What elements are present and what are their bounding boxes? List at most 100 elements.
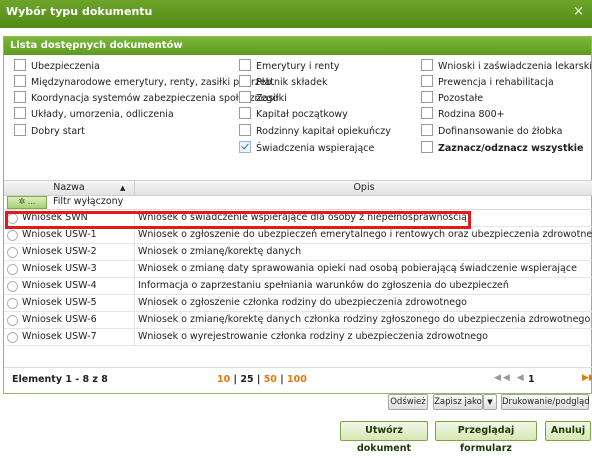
checkbox-wnioski-lekarskie[interactable]: Wnioski i zaświadczenia lekarskie — [421, 59, 592, 75]
checkbox-icon[interactable] — [14, 91, 26, 103]
cancel-button[interactable]: Anuluj — [545, 421, 591, 441]
column-divider — [134, 278, 135, 294]
page-size-10[interactable]: 10 — [217, 374, 230, 385]
checkbox-label: Rodzinny kapitał opiekuńczy — [256, 126, 391, 137]
elements-count: Elementy 1 - 8 z 8 — [12, 374, 108, 385]
checkbox-label: Kapitał początkowy — [256, 109, 348, 120]
row-radio[interactable] — [7, 332, 18, 343]
checkbox-icon[interactable] — [421, 124, 433, 136]
checkbox-icon[interactable] — [421, 107, 433, 119]
checkbox-icon[interactable] — [14, 124, 26, 136]
category-checkboxes: Ubezpieczenia Międzynarodowe emerytury, … — [4, 55, 592, 180]
cell-nazwa: Wniosek USW-1 — [22, 229, 97, 240]
checkbox-swiadczenia[interactable]: Świadczenia wspierające — [239, 141, 374, 157]
page-size-50[interactable]: 50 — [264, 374, 277, 385]
column-divider — [134, 295, 135, 311]
checkbox-emerytury[interactable]: Emerytury i renty — [239, 59, 340, 75]
table-row[interactable]: Wniosek USW-4 Informacja o zaprzestaniu s… — [4, 278, 592, 295]
column-divider — [134, 261, 135, 277]
row-radio[interactable] — [7, 230, 18, 241]
cell-nazwa: Wniosek USW-7 — [22, 331, 97, 342]
table-row[interactable]: Wniosek USW-7 Wniosek o wyrejestrowanie c… — [4, 329, 592, 346]
cell-nazwa: Wniosek USW-4 — [22, 280, 97, 291]
column-divider — [134, 210, 135, 226]
first-prev-icon[interactable]: ◀◀ ◀ — [494, 373, 526, 383]
cell-opis: Wniosek o wyrejestrowanie członka rodzin… — [138, 331, 488, 342]
filter-row: ✲ ... Filtr wyłączony — [4, 195, 592, 210]
checkbox-icon[interactable] — [239, 59, 251, 71]
page-size-25[interactable]: 25 — [240, 374, 253, 385]
row-radio[interactable] — [7, 264, 18, 275]
checkbox-dobry-start[interactable]: Dobry start — [14, 124, 85, 140]
checkbox-icon[interactable] — [239, 75, 251, 87]
checkbox-label: Płatnik składek — [256, 77, 328, 88]
filter-button[interactable]: ✲ ... — [7, 196, 47, 209]
checkbox-icon[interactable] — [14, 107, 26, 119]
column-header-opis[interactable]: Opis — [135, 181, 592, 195]
column-header-nazwa[interactable]: Nazwa ▲ — [4, 181, 135, 195]
cell-opis: Wniosek o zmianę/korektę danych — [138, 246, 302, 257]
checkbox-kapital[interactable]: Kapitał początkowy — [239, 107, 348, 123]
checkbox-label: Wnioski i zaświadczenia lekarskie — [438, 61, 592, 72]
cell-opis: Wniosek o zgłoszenie do ubezpieczeń emer… — [138, 229, 592, 240]
checkbox-checked-icon[interactable] — [239, 141, 251, 153]
refresh-button[interactable]: Odśwież — [388, 394, 428, 410]
documents-panel: Lista dostępnych dokumentów Ubezpieczeni… — [3, 36, 592, 410]
row-radio[interactable] — [7, 315, 18, 326]
checkbox-icon[interactable] — [421, 141, 433, 153]
checkbox-icon[interactable] — [421, 91, 433, 103]
checkbox-icon[interactable] — [421, 75, 433, 87]
checkbox-zasilki[interactable]: Zasiłki — [239, 91, 287, 107]
cell-nazwa: Wniosek USW-5 — [22, 297, 97, 308]
filter-icon: ✲ — [18, 197, 26, 206]
row-radio[interactable] — [7, 213, 18, 224]
window-titlebar: Wybór typu dokumentu × — [0, 0, 592, 28]
page-size-100[interactable]: 100 — [287, 374, 307, 385]
column-divider — [134, 329, 135, 345]
checkbox-platnik[interactable]: Płatnik składek — [239, 75, 328, 91]
grid-toolbar: Odśwież Zapisz jako ▼ Drukowanie/podgląd — [4, 392, 592, 414]
checkbox-label: Ubezpieczenia — [31, 61, 100, 72]
table-row[interactable]: Wniosek USW-5 Wniosek o zgłoszenie członk… — [4, 295, 592, 312]
checkbox-ubezpieczenia[interactable]: Ubezpieczenia — [14, 59, 100, 75]
browse-form-button[interactable]: Przeglądaj formularz — [435, 421, 537, 454]
save-as-button[interactable]: Zapisz jako — [433, 394, 483, 410]
row-radio[interactable] — [7, 281, 18, 292]
chevron-down-icon[interactable]: ▼ — [483, 394, 497, 410]
checkbox-miedzynarodowe[interactable]: Międzynarodowe emerytury, renty, zasiłki… — [14, 75, 275, 91]
column-header-label: Nazwa — [53, 182, 85, 193]
checkbox-icon[interactable] — [239, 107, 251, 119]
checkbox-icon[interactable] — [239, 91, 251, 103]
checkbox-rodzinny-kapital[interactable]: Rodzinny kapitał opiekuńczy — [239, 124, 391, 140]
row-radio[interactable] — [7, 298, 18, 309]
row-radio[interactable] — [7, 247, 18, 258]
checkbox-label: Zaznacz/odznacz wszystkie — [438, 143, 584, 154]
checkbox-pozostale[interactable]: Pozostałe — [421, 91, 483, 107]
last-page-icon[interactable]: ▶▶ — [582, 373, 592, 383]
column-divider — [134, 227, 135, 243]
close-icon[interactable]: × — [573, 0, 584, 24]
column-header-label: Opis — [353, 182, 375, 193]
table-row[interactable]: Wniosek USW-1 Wniosek o zgłoszenie do ube… — [4, 227, 592, 244]
table-row[interactable]: Wniosek USW-3 Wniosek o zmianę daty spraw… — [4, 261, 592, 278]
checkbox-icon[interactable] — [421, 59, 433, 71]
checkbox-dofinansowanie[interactable]: Dofinansowanie do żłobka — [421, 124, 562, 140]
cell-nazwa: Wniosek USW-6 — [22, 314, 97, 325]
checkbox-label: Dobry start — [31, 126, 85, 137]
checkbox-select-all[interactable]: Zaznacz/odznacz wszystkie — [421, 141, 584, 157]
checkbox-rodzina-800[interactable]: Rodzina 800+ — [421, 107, 505, 123]
create-document-button[interactable]: Utwórz dokument — [340, 421, 428, 454]
table-row[interactable]: Wniosek SWN Wniosek o świadczenie wspiera… — [4, 210, 592, 227]
checkbox-icon[interactable] — [239, 124, 251, 136]
checkbox-prewencja[interactable]: Prewencja i rehabilitacja — [421, 75, 554, 91]
checkbox-icon[interactable] — [14, 75, 26, 87]
table-row[interactable]: Wniosek USW-6 Wniosek o zmianę/korektę da… — [4, 312, 592, 329]
cell-opis: Informacja o zaprzestaniu spełniania war… — [138, 280, 509, 291]
pager: Elementy 1 - 8 z 8 10 | 25 | 50 | 100 ◀◀… — [4, 367, 592, 392]
cell-opis: Wniosek o zgłoszenie członka rodziny do … — [138, 297, 467, 308]
checkbox-uklady[interactable]: Układy, umorzenia, odliczenia — [14, 107, 174, 123]
checkbox-icon[interactable] — [14, 59, 26, 71]
table-row[interactable]: Wniosek USW-2 Wniosek o zmianę/korektę da… — [4, 244, 592, 261]
print-button[interactable]: Drukowanie/podgląd — [501, 394, 590, 410]
checkbox-label: Prewencja i rehabilitacja — [438, 77, 554, 88]
